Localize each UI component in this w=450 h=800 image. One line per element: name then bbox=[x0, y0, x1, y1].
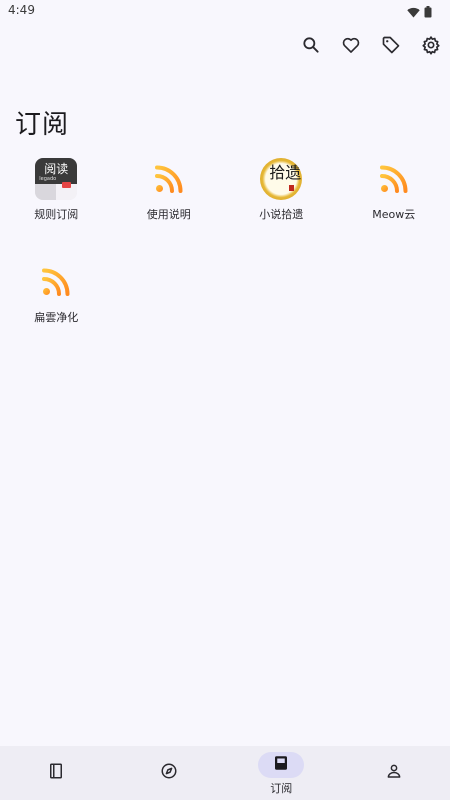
nav-label: 订阅 bbox=[270, 782, 293, 795]
status-time: 4:49 bbox=[8, 3, 35, 17]
logo-text: 拾遗 bbox=[269, 163, 302, 182]
logo-subtext: legado bbox=[39, 176, 57, 182]
wifi-icon bbox=[407, 3, 420, 22]
favorites-button[interactable] bbox=[338, 34, 364, 60]
nav-item-my[interactable] bbox=[338, 746, 450, 800]
nav-item-bookshelf[interactable] bbox=[0, 746, 113, 800]
person-icon bbox=[385, 762, 403, 784]
gear-icon bbox=[421, 35, 441, 59]
subscription-grid: 阅读 legado 规则订阅 使用说明 拾遗 小说拾遗 Meow云 扁雲净化 bbox=[0, 158, 450, 364]
rss-icon bbox=[373, 158, 415, 200]
reading-app-logo-icon: 阅读 legado bbox=[35, 158, 78, 200]
source-item-novel-gleanings[interactable]: 拾遗 小说拾遗 bbox=[225, 158, 338, 261]
battery-icon bbox=[424, 3, 432, 22]
book-icon bbox=[47, 762, 65, 784]
source-label: 小说拾遗 bbox=[259, 208, 304, 221]
source-item-rule-subscription[interactable]: 阅读 legado 规则订阅 bbox=[0, 158, 113, 261]
search-button[interactable] bbox=[298, 34, 324, 60]
source-label: Meow云 bbox=[372, 208, 416, 221]
rss-icon bbox=[35, 261, 77, 303]
status-icons bbox=[407, 3, 432, 22]
tag-icon bbox=[381, 35, 401, 59]
rss-icon bbox=[148, 158, 190, 200]
heart-icon bbox=[341, 35, 361, 59]
subscription-icon bbox=[272, 754, 290, 776]
compass-icon bbox=[160, 762, 178, 784]
nav-item-discover[interactable] bbox=[113, 746, 226, 800]
source-label: 规则订阅 bbox=[34, 208, 79, 221]
status-bar: 4:49 bbox=[0, 0, 450, 22]
calligraphy-logo-icon: 拾遗 bbox=[260, 158, 303, 200]
settings-button[interactable] bbox=[418, 34, 444, 60]
bottom-navigation: 订阅 bbox=[0, 746, 450, 800]
search-icon bbox=[301, 35, 321, 59]
page-title: 订阅 bbox=[15, 110, 70, 140]
source-item-bianyun-purify[interactable]: 扁雲净化 bbox=[0, 261, 113, 364]
source-label: 扁雲净化 bbox=[34, 311, 79, 324]
top-toolbar bbox=[298, 34, 444, 60]
source-item-usage-guide[interactable]: 使用说明 bbox=[113, 158, 226, 261]
nav-item-subscribe[interactable]: 订阅 bbox=[225, 746, 338, 800]
tags-button[interactable] bbox=[378, 34, 404, 60]
app-screen: 4:49 订阅 阅读 legado 规则订阅 使用说明 拾遗 小说拾遗 Meow… bbox=[0, 0, 450, 800]
source-item-meow-cloud[interactable]: Meow云 bbox=[338, 158, 450, 261]
source-label: 使用说明 bbox=[146, 208, 191, 221]
